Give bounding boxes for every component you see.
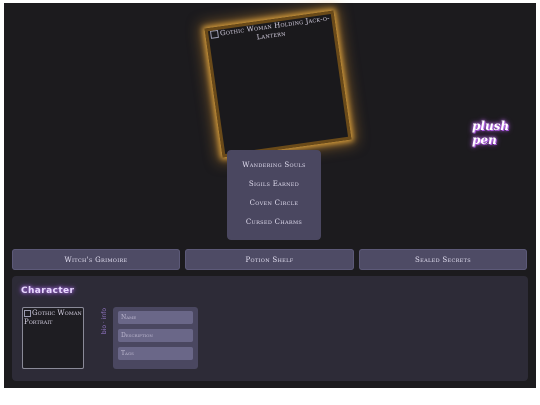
nav-potion-shelf-button[interactable]: Potion Shelf <box>185 249 354 270</box>
tags-field[interactable]: Tags <box>118 347 193 360</box>
stat-sigils-earned: Sigils Earned <box>248 180 300 188</box>
stat-coven-circle: Coven Circle <box>249 199 299 207</box>
nav-sealed-secrets-button[interactable]: Sealed Secrets <box>359 249 527 270</box>
stats-card: Wandering Souls Sigils Earned Coven Circ… <box>227 150 321 240</box>
broken-image-icon <box>209 29 219 39</box>
stat-cursed-charms: Cursed Charms <box>245 218 303 226</box>
nav-witchs-grimoire-button[interactable]: Witch's Grimoire <box>12 249 180 270</box>
description-field[interactable]: Description <box>118 329 193 342</box>
broken-image-icon <box>24 309 31 317</box>
portrait-alt-text: Gothic Woman Portrait <box>24 309 82 326</box>
hero-image: Gothic Woman Holding Jack-o-Lantern <box>204 10 352 158</box>
character-title: Character <box>21 286 75 296</box>
stat-wandering-souls: Wandering Souls <box>242 161 306 169</box>
character-vertical-label: bio · info <box>101 308 108 335</box>
character-portrait[interactable]: Gothic Woman Portrait <box>22 307 84 369</box>
character-panel: Character Gothic Woman Portrait bio · in… <box>12 276 528 381</box>
hero-alt-text: Gothic Woman Holding Jack-o-Lantern <box>219 14 331 42</box>
name-field[interactable]: Name <box>118 311 193 324</box>
brand-logo: plush pen <box>472 119 510 147</box>
character-form: Name Description Tags <box>113 307 198 369</box>
